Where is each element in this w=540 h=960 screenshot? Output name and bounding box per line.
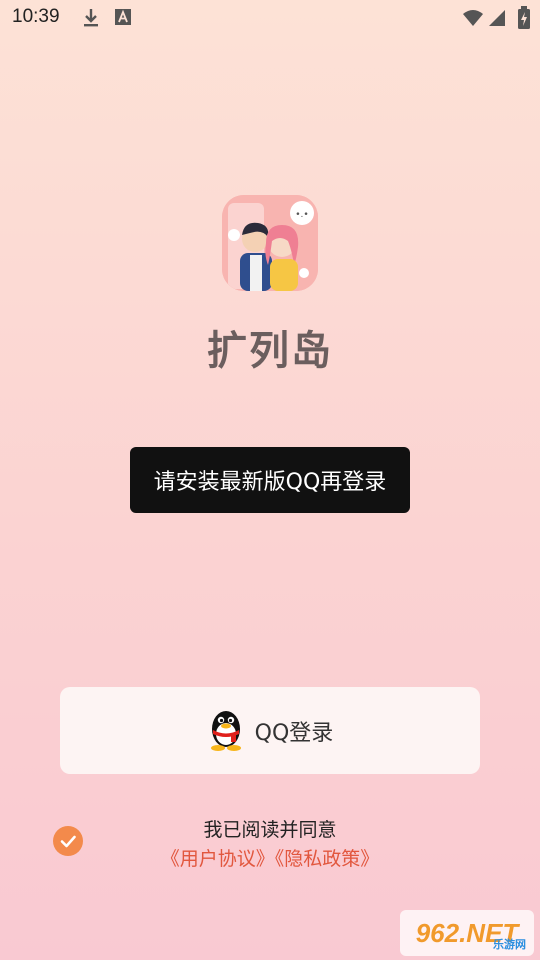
policy-links: 《用户协议》《隐私政策》 — [0, 844, 540, 871]
watermark-logo: 962.NET 乐游网 — [400, 910, 534, 956]
app-logo: •.• — [222, 195, 318, 291]
qq-login-button[interactable]: QQ登录 — [60, 687, 480, 774]
status-time: 10:39 — [12, 6, 60, 27]
qq-login-label: QQ登录 — [254, 720, 334, 746]
status-bar: 10:39 — [0, 0, 540, 36]
user-agreement-link[interactable]: 《用户协议》 — [161, 848, 275, 870]
battery-icon — [517, 6, 531, 34]
font-a-icon — [114, 8, 132, 30]
toast-message: 请安装最新版QQ再登录 — [130, 447, 410, 513]
privacy-policy-link[interactable]: 《隐私政策》 — [275, 848, 380, 870]
app-title: 扩列岛 — [207, 328, 333, 374]
signal-icon — [488, 9, 506, 31]
wifi-icon — [462, 9, 484, 31]
download-icon — [82, 8, 100, 32]
agreement-text: 我已阅读并同意 — [203, 819, 337, 841]
qq-penguin-icon — [207, 707, 245, 755]
svg-text:•.•: •.• — [295, 210, 308, 220]
watermark-sub: 乐游网 — [493, 939, 526, 951]
